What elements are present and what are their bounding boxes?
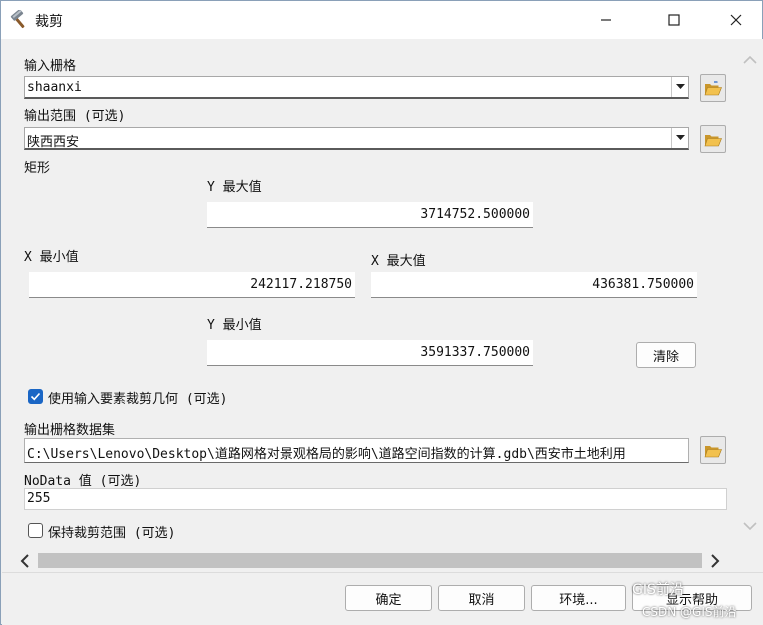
folder-open-icon [704,445,722,457]
title-bar: 裁剪 [1,1,762,39]
folder-open-icon [704,80,722,95]
maintain-extent-checkbox[interactable] [28,523,43,538]
x-max-input[interactable]: 436381.750000 [371,272,697,298]
output-raster-browse-button[interactable] [700,436,726,464]
close-button[interactable] [713,1,759,39]
rectangle-label: 矩形 [24,161,51,176]
watermark-logo: GIS前沿 [632,582,684,598]
input-raster-combo[interactable]: shaanxi [24,76,689,99]
environments-button[interactable]: 环境... [531,585,626,611]
output-raster-label: 输出栅格数据集 [24,423,116,438]
output-extent-browse-button[interactable] [700,125,726,153]
scroll-left-icon[interactable] [20,554,30,568]
nodata-value: 255 [27,491,51,506]
y-min-input[interactable]: 3591337.750000 [207,340,533,366]
maintain-extent-label: 保持裁剪范围 (可选) [48,526,176,541]
scroll-right-icon[interactable] [710,554,720,568]
y-max-value: 3714752.500000 [420,207,530,222]
output-extent-value: 陕西西安 [27,135,80,150]
clip-dialog-window: 裁剪 输入栅格 shaanxi 输出范围 (可选) 陕西西安 矩形 Y 最大值 … [0,0,763,625]
output-raster-input[interactable]: C:\Users\Lenovo\Desktop\道路网格对景观格局的影响\道路空… [24,438,689,463]
x-min-label: X 最小值 [24,250,79,265]
input-raster-value: shaanxi [27,80,82,95]
clear-button[interactable]: 清除 [636,342,696,368]
checkmark-icon [30,392,41,401]
output-extent-label: 输出范围 (可选) [24,109,126,124]
vertical-scrollbar[interactable] [737,39,762,549]
maximize-icon [668,14,680,26]
x-max-value: 436381.750000 [592,277,694,292]
y-min-value: 3591337.750000 [420,345,530,360]
chevron-down-icon [675,84,685,89]
cancel-button[interactable]: 取消 [438,585,525,611]
nodata-label: NoData 值 (可选) [24,474,142,489]
minimize-icon [601,19,611,21]
output-raster-value: C:\Users\Lenovo\Desktop\道路网格对景观格局的影响\道路空… [27,447,626,462]
input-raster-label: 输入栅格 [24,59,77,74]
form-area: 输入栅格 shaanxi 输出范围 (可选) 陕西西安 矩形 Y 最大值 371… [2,39,763,572]
input-raster-browse-button[interactable] [700,74,726,102]
y-max-input[interactable]: 3714752.500000 [207,202,533,228]
y-max-label: Y 最大值 [207,180,262,195]
window-title: 裁剪 [35,14,63,30]
folder-open-icon [704,134,722,146]
ok-button[interactable]: 确定 [345,585,432,611]
close-icon [730,14,742,26]
x-min-value: 242117.218750 [250,277,352,292]
maximize-button[interactable] [651,1,697,39]
scroll-up-icon[interactable] [743,55,757,65]
watermark-text: CSDN @GIS前沿 [642,605,737,619]
dialog-button-bar: 确定 取消 环境... 显示帮助 GIS前沿 CSDN @GIS前沿 [2,572,763,625]
minimize-button[interactable] [583,1,629,39]
input-raster-dropdown[interactable] [671,77,688,97]
use-input-features-label: 使用输入要素裁剪几何 (可选) [48,392,228,407]
chevron-down-icon [675,135,685,140]
use-input-features-checkbox[interactable] [28,389,43,404]
nodata-input[interactable]: 255 [24,488,727,510]
horizontal-scroll-thumb[interactable] [38,553,702,568]
x-max-label: X 最大值 [371,254,426,269]
y-min-label: Y 最小值 [207,318,262,333]
hammer-icon [10,10,25,29]
output-extent-combo[interactable]: 陕西西安 [24,127,689,150]
horizontal-scrollbar[interactable] [2,549,737,572]
scroll-down-icon[interactable] [743,521,757,531]
x-min-input[interactable]: 242117.218750 [29,272,355,298]
output-extent-dropdown[interactable] [671,128,688,148]
